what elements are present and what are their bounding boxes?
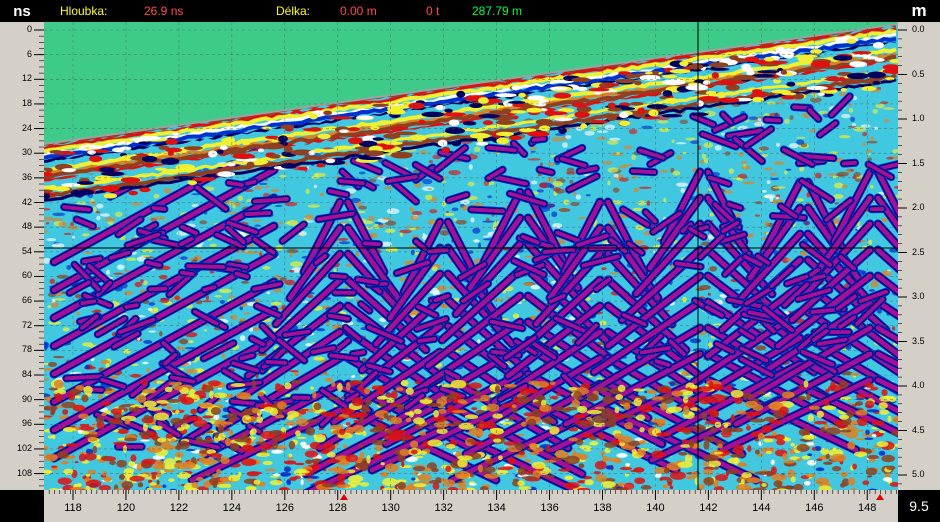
bottom-tick-label: 130 (381, 502, 400, 514)
left-tick-label: 60 (21, 270, 32, 281)
marker-triangle-icon (876, 494, 884, 500)
corner-bottom-left (0, 490, 44, 522)
bottom-tick-label: 128 (328, 502, 347, 514)
bottom-tick-label: 146 (805, 502, 824, 514)
right-tick-label: 3.0 (912, 291, 925, 301)
left-tick-label: 108 (16, 467, 32, 478)
left-tick-label: 24 (21, 122, 32, 133)
bottom-tick-label: 118 (64, 502, 82, 514)
right-tick-label: 3.5 (912, 335, 925, 346)
corner-value: 9.5 (898, 490, 940, 522)
left-tick-label: 48 (21, 221, 32, 232)
header-bar: Hloubka: 26.9 ns Délka: 0.00 m 0 t 287.7… (44, 0, 898, 22)
right-tick-label: 5.0 (912, 469, 925, 479)
depth-unit-label: ns (0, 0, 44, 22)
bottom-tick-label: 148 (858, 502, 877, 514)
left-tick-label: 54 (21, 245, 32, 256)
radar-viewer: ns Hloubka: 26.9 ns Délka: 0.00 m 0 t 28… (0, 0, 940, 522)
left-tick-label: 42 (21, 196, 32, 207)
left-tick-label: 12 (21, 73, 32, 84)
left-tick-label: 66 (21, 295, 32, 306)
marker-triangle-icon (340, 494, 348, 500)
right-tick-label: 0.0 (912, 24, 925, 34)
radargram-image (44, 22, 898, 490)
hloubka-value: 26.9 ns (144, 4, 184, 18)
delka-value: 0.00 m (340, 4, 377, 18)
right-tick-label: 2.5 (912, 246, 925, 257)
bottom-tick-label: 140 (646, 502, 665, 514)
meter-unit-label: m (898, 0, 940, 22)
t-value: 0 t (426, 4, 440, 18)
bottom-tick-label: 134 (487, 502, 506, 514)
distance-value: 287.79 m (472, 4, 523, 18)
left-tick-label: 30 (21, 147, 32, 158)
bottom-tick-label: 120 (116, 502, 136, 514)
bottom-tick-label: 138 (593, 502, 612, 514)
left-tick-label: 18 (21, 97, 32, 108)
bottom-tick-label: 126 (275, 502, 294, 514)
left-tick-label: 78 (21, 344, 32, 355)
left-tick-label: 90 (21, 393, 32, 404)
bottom-tick-label: 144 (752, 502, 771, 514)
radargram-plot[interactable] (44, 22, 898, 490)
right-tick-label: 0.5 (912, 68, 925, 79)
delka-label: Délka: (276, 4, 311, 18)
bottom-tick-label: 142 (699, 502, 718, 514)
left-tick-label: 0 (26, 24, 32, 34)
right-tick-label: 4.5 (912, 424, 925, 435)
bottom-tick-label: 136 (540, 502, 559, 514)
left-tick-label: 96 (21, 418, 32, 429)
left-tick-label: 36 (21, 171, 32, 182)
right-tick-label: 4.0 (912, 380, 925, 390)
left-tick-label: 84 (21, 369, 32, 379)
bottom-tick-label: 132 (434, 502, 453, 514)
left-tick-label: 6 (26, 48, 32, 59)
bottom-tick-label: 122 (169, 502, 189, 514)
bottom-tick-label: 124 (222, 502, 242, 514)
right-tick-label: 2.0 (912, 202, 925, 212)
left-tick-label: 102 (16, 442, 32, 453)
hloubka-label: Hloubka: (60, 4, 108, 18)
left-tick-label: 72 (21, 319, 32, 330)
right-tick-label: 1.0 (912, 113, 925, 123)
right-tick-label: 1.5 (912, 157, 925, 168)
